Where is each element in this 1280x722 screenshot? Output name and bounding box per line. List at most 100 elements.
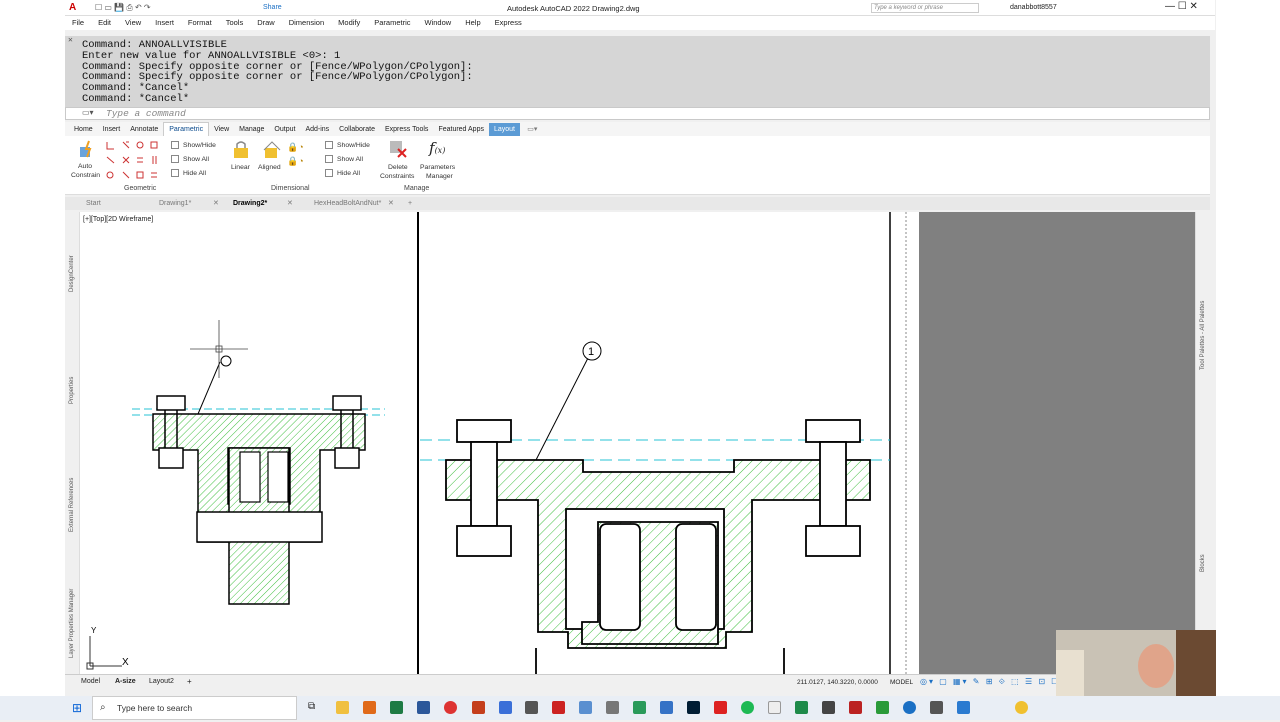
app-icon-19[interactable] <box>822 701 835 714</box>
drawing-viewport[interactable]: [+][Top][2D Wireframe] 1 Y X <box>80 212 1195 674</box>
close-icon[interactable]: ✕ <box>213 197 219 210</box>
menu-file[interactable]: File <box>65 16 91 30</box>
menu-parametric[interactable]: Parametric <box>367 16 417 30</box>
task-view-icon[interactable]: ⧉ <box>308 701 315 712</box>
geometric-hide-all[interactable]: Hide All <box>183 170 206 177</box>
calculator-icon[interactable] <box>606 701 619 714</box>
tab-layout[interactable]: Layout <box>488 123 520 137</box>
tab-home[interactable]: Home <box>69 123 98 137</box>
palette-external-references[interactable]: External References <box>69 478 75 532</box>
palette-layer-properties[interactable]: Layer Properties Manager <box>69 589 75 658</box>
close-icon[interactable]: ✕ <box>287 197 293 210</box>
palette-tool-palettes[interactable]: Tool Palettes - All Palettes <box>1200 301 1206 370</box>
dim-constraint-icons[interactable]: 🔒◔ 🔒◔ <box>287 140 304 168</box>
geometric-constraints-grid[interactable] <box>105 140 165 180</box>
menu-modify[interactable]: Modify <box>331 16 367 30</box>
menu-dimension[interactable]: Dimension <box>282 16 331 30</box>
file-explorer-icon[interactable] <box>336 701 349 714</box>
auto-constrain-button[interactable]: Auto Constrain <box>70 139 102 183</box>
menu-format[interactable]: Format <box>181 16 219 30</box>
app-icon-18[interactable] <box>795 701 808 714</box>
doc-tab-drawing1[interactable]: Drawing1* <box>159 197 191 210</box>
model-space-button[interactable]: MODEL <box>890 679 913 686</box>
parameters-manager-button[interactable]: f(x) Parameters Manager <box>417 139 457 183</box>
tab-collaborate[interactable]: Collaborate <box>334 123 380 137</box>
user-account[interactable]: danabbott8557 <box>1010 4 1057 11</box>
doc-tab-drawing2[interactable]: Drawing2* <box>233 197 267 210</box>
window-controls[interactable]: — ☐ ✕ <box>1165 1 1198 12</box>
word-icon[interactable] <box>417 701 430 714</box>
powerpoint-icon[interactable] <box>472 701 485 714</box>
outlook-icon[interactable] <box>363 701 376 714</box>
ribbon-options-icon[interactable]: ▭▾ <box>522 123 542 137</box>
close-icon[interactable]: ✕ <box>388 197 394 210</box>
help-search-input[interactable]: Type a keyword or phrase <box>871 3 979 13</box>
dimensional-show-all[interactable]: Show All <box>337 156 363 163</box>
app-icon-24[interactable] <box>957 701 970 714</box>
tab-view[interactable]: View <box>209 123 234 137</box>
menu-draw[interactable]: Draw <box>250 16 282 30</box>
delete-constraints-button[interactable]: Delete Constraints <box>378 139 418 183</box>
share-button[interactable]: Share <box>263 4 282 11</box>
quick-access-toolbar[interactable]: ☐ ▭ 💾 ⎙ ↶ ↷ <box>95 3 151 13</box>
acrobat-icon[interactable] <box>714 701 727 714</box>
tab-add-ins[interactable]: Add-ins <box>300 123 334 137</box>
menu-help[interactable]: Help <box>458 16 487 30</box>
autocad-logo-icon[interactable]: A <box>69 2 76 13</box>
menu-tools[interactable]: Tools <box>219 16 251 30</box>
menu-window[interactable]: Window <box>418 16 459 30</box>
add-layout-button[interactable]: + <box>187 677 192 686</box>
app-icon-8[interactable] <box>525 701 538 714</box>
dimensional-show-hide[interactable]: Show/Hide <box>337 142 370 149</box>
geometric-show-hide[interactable]: Show/Hide <box>183 142 216 149</box>
tab-featured-apps[interactable]: Featured Apps <box>433 123 489 137</box>
app-icon-10[interactable] <box>579 701 592 714</box>
status-toolbar-icons[interactable]: ◎▾ ▢ ▦▾ ✎ ⊞ ⟐ ⬚ ☰ ⊡ ☐ ✠ <box>920 677 1073 687</box>
app-icon-21[interactable] <box>876 701 889 714</box>
command-history: Command: ANNOALLVISIBLE Enter new value … <box>65 36 1210 108</box>
windows-start-icon[interactable]: ⊞ <box>72 701 82 715</box>
ucs-x-label: X <box>122 657 129 668</box>
geometric-show-all[interactable]: Show All <box>183 156 209 163</box>
command-input[interactable]: ▭▾ Type a command <box>65 107 1210 120</box>
tab-parametric[interactable]: Parametric <box>163 122 210 137</box>
new-tab-button[interactable]: + <box>408 197 412 210</box>
doc-tab-hexheadbolt[interactable]: HexHeadBoltAndNut* <box>314 197 381 210</box>
layout-tab-model[interactable]: Model <box>81 678 100 685</box>
edge-icon[interactable] <box>444 701 457 714</box>
menu-insert[interactable]: Insert <box>148 16 181 30</box>
app-icon-22[interactable] <box>903 701 916 714</box>
tab-express-tools[interactable]: Express Tools <box>380 123 433 137</box>
taskbar-search[interactable]: ⌕ Type here to search <box>92 696 297 720</box>
palette-properties[interactable]: Properties <box>69 377 75 404</box>
menu-express[interactable]: Express <box>488 16 529 30</box>
tab-annotate[interactable]: Annotate <box>125 123 163 137</box>
layout-tab-a-size[interactable]: A-size <box>115 678 136 685</box>
tab-manage[interactable]: Manage <box>234 123 269 137</box>
layout-tab-layout2[interactable]: Layout2 <box>149 678 174 685</box>
tab-output[interactable]: Output <box>269 123 300 137</box>
linear-button[interactable]: Linear <box>229 139 253 179</box>
autocad-taskbar-icon[interactable] <box>552 701 565 714</box>
palette-designcenter[interactable]: DesignCenter <box>69 255 75 292</box>
app-icon-12[interactable] <box>633 701 646 714</box>
command-menu-icon[interactable]: ▭▾ <box>82 108 94 119</box>
palette-blocks[interactable]: Blocks <box>1200 554 1206 572</box>
doc-tab-start[interactable]: Start <box>86 197 101 210</box>
spotify-icon[interactable] <box>741 701 754 714</box>
weather-icon[interactable] <box>1015 701 1028 714</box>
photoshop-icon[interactable] <box>687 701 700 714</box>
app-icon-7[interactable] <box>499 701 512 714</box>
aligned-button[interactable]: Aligned <box>257 139 287 179</box>
app-icon-20[interactable] <box>849 701 862 714</box>
dimensional-hide-all[interactable]: Hide All <box>337 170 360 177</box>
excel-icon[interactable] <box>390 701 403 714</box>
menu-edit[interactable]: Edit <box>91 16 118 30</box>
large-leader-line <box>535 357 589 461</box>
tab-insert[interactable]: Insert <box>98 123 126 137</box>
close-icon[interactable]: ✕ <box>68 36 73 47</box>
app-icon-23[interactable] <box>930 701 943 714</box>
notepad-icon[interactable] <box>768 701 781 714</box>
menu-view[interactable]: View <box>118 16 148 30</box>
app-icon-13[interactable] <box>660 701 673 714</box>
